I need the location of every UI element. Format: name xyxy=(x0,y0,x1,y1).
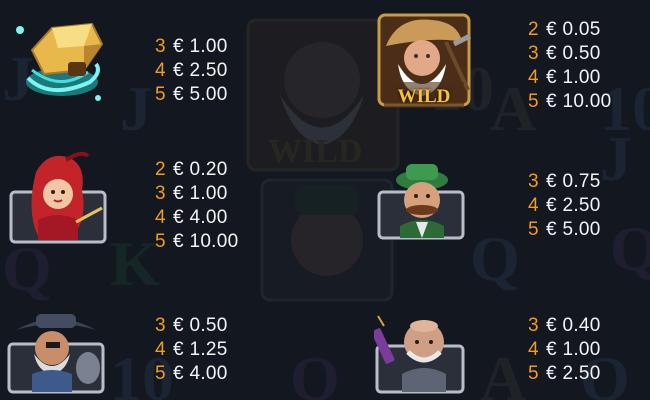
payout-amount: € 0.50 xyxy=(546,43,601,64)
paylist-gold-nugget: 3 € 1.00 4 € 2.50 5 € 5.00 xyxy=(155,35,228,107)
payout-amount: € 4.00 xyxy=(173,207,228,228)
payout-amount: € 0.05 xyxy=(546,19,601,40)
symbol-count: 3 xyxy=(155,36,166,57)
symbol-count: 3 xyxy=(155,315,166,336)
payout-amount: € 1.00 xyxy=(173,183,228,204)
green-hat-man-icon xyxy=(376,160,466,242)
bg-letter: A xyxy=(480,343,526,400)
pay-row: 2 € 0.20 xyxy=(155,158,239,182)
symbol-count: 5 xyxy=(528,219,539,240)
symbol-count: 5 xyxy=(155,231,166,252)
pay-row: 4 € 1.25 xyxy=(155,338,228,362)
symbol-count: 4 xyxy=(528,195,539,216)
pay-row: 4 € 2.50 xyxy=(528,194,601,218)
pay-row: 3 € 1.00 xyxy=(155,35,228,59)
payout-amount: € 0.20 xyxy=(173,159,228,180)
bg-letter: K xyxy=(110,228,160,299)
bg-letter: Q xyxy=(610,213,650,284)
pay-row: 3 € 1.00 xyxy=(155,182,239,206)
bandit-cowboy-icon xyxy=(6,308,106,394)
payout-amount: € 1.00 xyxy=(546,339,601,360)
payout-amount: € 10.00 xyxy=(173,231,239,252)
pay-row: 4 € 1.00 xyxy=(528,338,601,362)
paylist-bald-dynamite-man: 3 € 0.40 4 € 1.00 5 € 2.50 xyxy=(528,314,601,386)
paylist-red-haired-lady: 2 € 0.20 3 € 1.00 4 € 4.00 5 € 10.00 xyxy=(155,158,239,254)
payout-amount: € 2.50 xyxy=(546,195,601,216)
gold-nugget-icon xyxy=(10,12,108,108)
pay-row: 5 € 5.00 xyxy=(155,83,228,107)
pay-row: 5 € 2.50 xyxy=(528,362,601,386)
symbol-count: 5 xyxy=(528,363,539,384)
pay-row: 3 € 0.40 xyxy=(528,314,601,338)
symbol-count: 5 xyxy=(528,91,539,112)
symbol-count: 5 xyxy=(155,84,166,105)
payout-amount: € 0.40 xyxy=(546,315,601,336)
symbol-count: 3 xyxy=(155,183,166,204)
paylist-bandit-cowboy: 3 € 0.50 4 € 1.25 5 € 4.00 xyxy=(155,314,228,386)
payout-amount: € 1.00 xyxy=(173,36,228,57)
symbol-count: 2 xyxy=(155,159,166,180)
wild-label: WILD xyxy=(397,86,451,107)
payout-amount: € 1.25 xyxy=(173,339,228,360)
pay-row: 4 € 2.50 xyxy=(155,59,228,83)
symbol-count: 4 xyxy=(528,339,539,360)
symbol-count: 4 xyxy=(155,60,166,81)
symbol-count: 4 xyxy=(155,339,166,360)
red-haired-lady-icon xyxy=(8,150,108,246)
symbol-count: 5 xyxy=(155,363,166,384)
pay-row: 5 € 5.00 xyxy=(528,218,601,242)
payout-amount: € 0.75 xyxy=(546,171,601,192)
pay-row: 3 € 0.75 xyxy=(528,170,601,194)
payout-amount: € 5.00 xyxy=(173,84,228,105)
pay-row: 5 € 4.00 xyxy=(155,362,228,386)
bg-letter: Q xyxy=(470,223,520,294)
payout-amount: € 2.50 xyxy=(173,60,228,81)
payout-amount: € 2.50 xyxy=(546,363,601,384)
pay-row: 2 € 0.05 xyxy=(528,18,612,42)
payout-amount: € 10.00 xyxy=(546,91,612,112)
pay-row: 3 € 0.50 xyxy=(155,314,228,338)
bg-letter: J xyxy=(600,123,632,194)
symbol-count: 2 xyxy=(528,19,539,40)
paylist-wild: 2 € 0.05 3 € 0.50 4 € 1.00 5 € 10.00 xyxy=(528,18,612,114)
payout-amount: € 1.00 xyxy=(546,67,601,88)
bg-wild-label: WILD xyxy=(268,133,362,170)
symbol-count: 4 xyxy=(528,67,539,88)
bg-letter: Q xyxy=(290,343,340,400)
symbol-count: 3 xyxy=(528,315,539,336)
payout-amount: € 5.00 xyxy=(546,219,601,240)
payout-amount: € 0.50 xyxy=(173,315,228,336)
pay-row: 3 € 0.50 xyxy=(528,42,612,66)
pay-row: 4 € 4.00 xyxy=(155,206,239,230)
symbol-count: 3 xyxy=(528,171,539,192)
paylist-green-hat-man: 3 € 0.75 4 € 2.50 5 € 5.00 xyxy=(528,170,601,242)
bg-letter: J xyxy=(120,73,152,144)
bald-dynamite-man-icon xyxy=(374,312,466,396)
pay-row: 4 € 1.00 xyxy=(528,66,612,90)
symbol-count: 3 xyxy=(528,43,539,64)
wild-miner-icon: WILD xyxy=(376,12,472,110)
symbol-count: 4 xyxy=(155,207,166,228)
payout-amount: € 4.00 xyxy=(173,363,228,384)
pay-row: 5 € 10.00 xyxy=(155,230,239,254)
pay-row: 5 € 10.00 xyxy=(528,90,612,114)
